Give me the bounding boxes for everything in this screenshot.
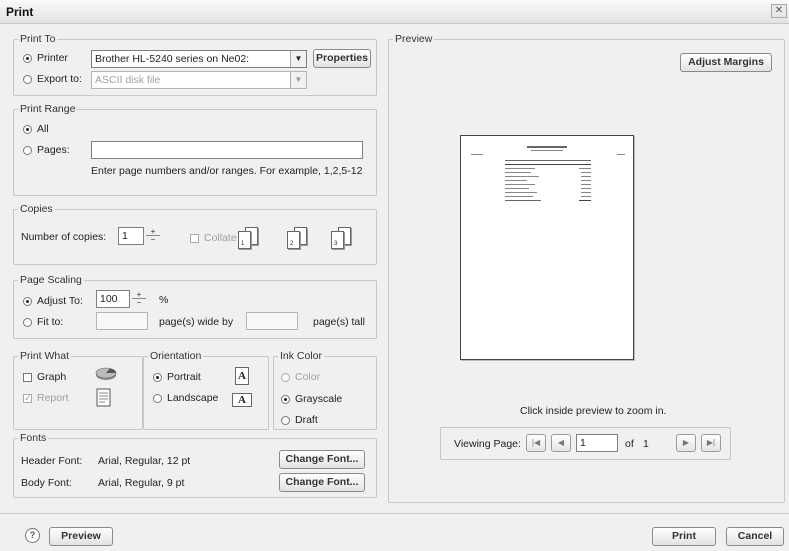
collate-label: Collate bbox=[204, 232, 237, 244]
print-what-group: Print What bbox=[13, 350, 143, 430]
zoom-hint: Click inside preview to zoom in. bbox=[520, 405, 667, 417]
all-radio[interactable] bbox=[23, 125, 32, 134]
fit-to-radio[interactable] bbox=[23, 318, 32, 327]
pages-tall-label: page(s) tall bbox=[313, 316, 365, 328]
page-scaling-legend: Page Scaling bbox=[20, 274, 82, 286]
export-select[interactable]: ASCII disk file ▼ bbox=[91, 71, 307, 89]
adjust-to-stepper[interactable]: + − bbox=[132, 291, 146, 307]
print-range-legend: Print Range bbox=[20, 103, 76, 115]
properties-button[interactable]: Properties bbox=[313, 49, 371, 68]
window-title: Print bbox=[6, 5, 34, 19]
landscape-radio[interactable] bbox=[153, 394, 162, 403]
printer-label: Printer bbox=[37, 52, 68, 64]
page-number-icon: 2 bbox=[287, 231, 300, 249]
preview-button[interactable]: Preview bbox=[49, 527, 113, 546]
report-icon bbox=[96, 388, 111, 407]
landscape-label: Landscape bbox=[167, 392, 219, 404]
export-label: Export to: bbox=[37, 73, 82, 85]
fit-wide-input[interactable] bbox=[96, 312, 148, 330]
collate-page-icon-1: 1 bbox=[238, 227, 260, 251]
pages-wide-label: page(s) wide by bbox=[159, 316, 234, 328]
first-page-icon[interactable]: |◀ bbox=[526, 434, 546, 452]
pages-radio[interactable] bbox=[23, 146, 32, 155]
printer-select[interactable]: Brother HL-5240 series on Ne02: ▼ bbox=[91, 50, 307, 68]
copies-input[interactable]: 1 bbox=[118, 227, 144, 245]
all-label: All bbox=[37, 123, 49, 135]
close-icon[interactable]: ✕ bbox=[771, 4, 787, 18]
ink-color-legend: Ink Color bbox=[280, 350, 323, 362]
change-header-font-button[interactable]: Change Font... bbox=[279, 450, 365, 469]
fit-to-label: Fit to: bbox=[37, 316, 64, 328]
of-label: of bbox=[625, 438, 634, 450]
collate-page-icon-3: 3 bbox=[331, 227, 353, 251]
print-button[interactable]: Print bbox=[652, 527, 716, 546]
pages-input[interactable] bbox=[91, 141, 363, 159]
grayscale-label: Grayscale bbox=[295, 393, 343, 405]
copies-label: Number of copies: bbox=[21, 231, 107, 243]
adjust-to-input[interactable]: 100 bbox=[96, 290, 130, 308]
export-select-value: ASCII disk file bbox=[95, 74, 161, 86]
fonts-legend: Fonts bbox=[20, 432, 47, 444]
collate-page-icon-2: 2 bbox=[287, 227, 309, 251]
pages-label: Pages: bbox=[37, 144, 70, 156]
body-font-value: Arial, Regular, 9 pt bbox=[98, 477, 185, 489]
previous-page-icon[interactable]: ◀ bbox=[551, 434, 571, 452]
fit-tall-input[interactable] bbox=[246, 312, 298, 330]
adjust-margins-button[interactable]: Adjust Margins bbox=[680, 53, 772, 72]
total-pages: 1 bbox=[643, 438, 649, 450]
export-radio[interactable] bbox=[23, 75, 32, 84]
color-radio[interactable] bbox=[281, 373, 290, 382]
graph-label: Graph bbox=[37, 371, 67, 383]
chevron-down-icon: ▼ bbox=[290, 72, 306, 88]
help-icon[interactable]: ? bbox=[25, 528, 40, 543]
header-font-label: Header Font: bbox=[21, 455, 83, 467]
draft-label: Draft bbox=[295, 414, 318, 426]
graph-checkbox[interactable] bbox=[23, 373, 32, 382]
report-label: Report bbox=[37, 392, 69, 404]
chevron-down-icon[interactable]: − bbox=[146, 236, 160, 244]
portrait-label: Portrait bbox=[167, 371, 201, 383]
page-preview[interactable] bbox=[460, 135, 634, 360]
print-to-legend: Print To bbox=[20, 33, 56, 45]
orientation-legend: Orientation bbox=[150, 350, 202, 362]
chevron-down-icon[interactable]: − bbox=[132, 299, 146, 307]
cancel-button[interactable]: Cancel bbox=[726, 527, 784, 546]
title-bar: Print ✕ bbox=[0, 0, 789, 24]
color-label: Color bbox=[295, 371, 321, 383]
header-font-value: Arial, Regular, 12 pt bbox=[98, 455, 191, 467]
change-body-font-button[interactable]: Change Font... bbox=[279, 473, 365, 492]
copies-stepper[interactable]: + − bbox=[146, 228, 160, 244]
printer-radio[interactable] bbox=[23, 54, 32, 63]
print-what-legend: Print What bbox=[20, 350, 70, 362]
draft-radio[interactable] bbox=[281, 416, 290, 425]
portrait-radio[interactable] bbox=[153, 373, 162, 382]
adjust-to-radio[interactable] bbox=[23, 297, 32, 306]
adjust-to-label: Adjust To: bbox=[37, 295, 83, 307]
body-font-label: Body Font: bbox=[21, 477, 72, 489]
portrait-icon: A bbox=[235, 367, 249, 385]
chevron-down-icon: ▼ bbox=[290, 51, 306, 67]
next-page-icon[interactable]: ▶ bbox=[676, 434, 696, 452]
copies-legend: Copies bbox=[20, 203, 53, 215]
page-number-input[interactable]: 1 bbox=[576, 434, 618, 452]
viewing-page-label: Viewing Page: bbox=[454, 438, 521, 450]
grayscale-radio[interactable] bbox=[281, 395, 290, 404]
collate-checkbox[interactable] bbox=[190, 234, 199, 243]
report-checkbox[interactable]: ✓ bbox=[23, 394, 32, 403]
last-page-icon[interactable]: ▶| bbox=[701, 434, 721, 452]
graph-icon bbox=[95, 367, 117, 380]
orientation-group: Orientation bbox=[143, 350, 269, 430]
printer-select-value: Brother HL-5240 series on Ne02: bbox=[95, 53, 250, 65]
preview-legend: Preview bbox=[395, 33, 433, 45]
pages-hint: Enter page numbers and/or ranges. For ex… bbox=[91, 165, 363, 177]
percent-label: % bbox=[159, 294, 169, 306]
page-number-icon: 3 bbox=[331, 231, 344, 249]
landscape-icon: A bbox=[232, 393, 252, 407]
page-number-icon: 1 bbox=[238, 231, 251, 249]
